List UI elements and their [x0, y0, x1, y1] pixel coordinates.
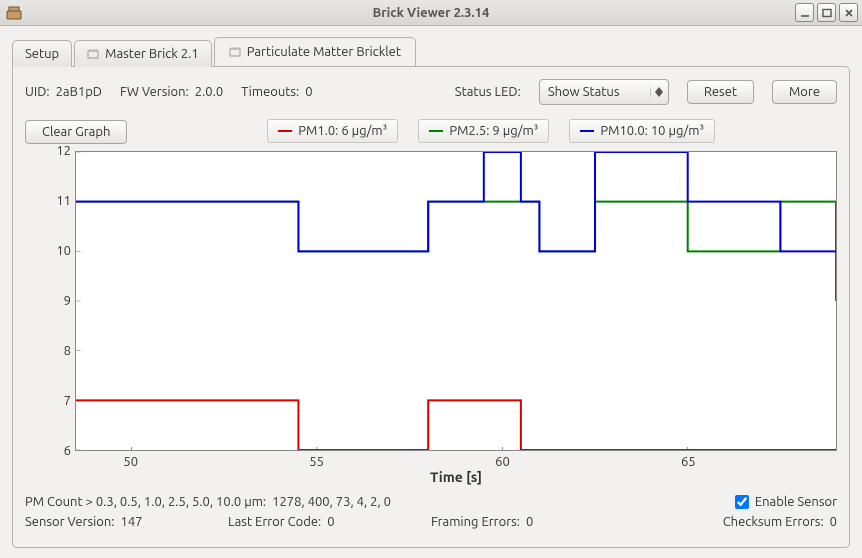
framing-errors-label: Framing Errors:	[431, 515, 520, 529]
app-icon	[6, 5, 22, 21]
last-error-label: Last Error Code:	[228, 515, 321, 529]
clear-graph-button[interactable]: Clear Graph	[25, 120, 127, 144]
tab-setup[interactable]: Setup	[12, 40, 72, 67]
legend-swatch-pm1	[278, 130, 292, 132]
uid-label: UID:	[25, 85, 50, 99]
reset-button[interactable]: Reset	[687, 80, 754, 104]
tab-label: Particulate Matter Bricklet	[247, 45, 401, 59]
window-minimize-button[interactable]	[795, 3, 814, 22]
fw-label: FW Version:	[120, 85, 189, 99]
legend-pm1[interactable]: PM1.0: 6 µg/m³	[267, 119, 398, 143]
uid-value: 2aB1pD	[56, 85, 102, 99]
tab-label: Master Brick 2.1	[105, 47, 199, 61]
chart-plot	[75, 151, 837, 451]
checksum-errors-value: 0	[830, 515, 837, 529]
legend-pm10[interactable]: PM10.0: 10 µg/m³	[569, 119, 715, 143]
xtick: 50	[123, 455, 138, 469]
enable-sensor-checkbox[interactable]: Enable Sensor	[735, 495, 837, 509]
window-close-button[interactable]	[839, 3, 858, 22]
brick-icon	[87, 48, 99, 60]
pmcount-value: 1278, 400, 73, 4, 2, 0	[272, 495, 391, 509]
tab-label: Setup	[25, 47, 59, 61]
xtick: 60	[495, 455, 510, 469]
chart-xaxis: 50 55 60 65	[75, 451, 837, 467]
tab-master-brick[interactable]: Master Brick 2.1	[74, 40, 212, 67]
pmcount-label: PM Count > 0.3, 0.5, 1.0, 2.5, 5.0, 10.0…	[25, 495, 266, 509]
tab-particulate-matter[interactable]: Particulate Matter Bricklet	[214, 37, 416, 66]
legend-pm25[interactable]: PM2.5: 9 µg/m³	[418, 119, 549, 143]
window-titlebar: Brick Viewer 2.3.14	[0, 0, 862, 26]
chart-xlabel: Time [s]	[75, 469, 837, 485]
enable-sensor-label: Enable Sensor	[755, 495, 837, 509]
legend-swatch-pm25	[429, 130, 443, 132]
timeouts-label: Timeouts:	[241, 85, 299, 99]
legend-label-pm10: PM10.0: 10 µg/m³	[600, 124, 704, 138]
legend-swatch-pm10	[580, 130, 594, 132]
status-led-label: Status LED:	[455, 85, 521, 99]
select-arrows-icon	[650, 87, 668, 97]
tab-panel: UID: 2aB1pD FW Version: 2.0.0 Timeouts: 0 S…	[12, 66, 850, 548]
status-led-select[interactable]: Show Status	[539, 79, 669, 105]
xtick: 55	[309, 455, 324, 469]
info-row: UID: 2aB1pD FW Version: 2.0.0 Timeouts: 0 S…	[25, 79, 837, 105]
legend-label-pm1: PM1.0: 6 µg/m³	[298, 124, 387, 138]
framing-errors-value: 0	[526, 515, 533, 529]
status-led-value: Show Status	[540, 85, 650, 99]
sensor-version-label: Sensor Version:	[25, 515, 114, 529]
last-error-value: 0	[327, 515, 334, 529]
timeouts-value: 0	[305, 85, 312, 99]
xtick: 65	[681, 455, 696, 469]
chart-area: PM Concentration [µg/m³] 1211109876	[25, 151, 837, 451]
window-title: Brick Viewer 2.3.14	[373, 6, 490, 20]
more-button[interactable]: More	[772, 80, 837, 104]
fw-value: 2.0.0	[195, 85, 223, 99]
bricklet-icon	[229, 46, 241, 58]
chart-legend: PM1.0: 6 µg/m³ PM2.5: 9 µg/m³ PM10.0: 10…	[267, 119, 715, 143]
sensor-version-value: 147	[120, 515, 142, 529]
tab-bar: Setup Master Brick 2.1 Particulate Matte…	[12, 36, 850, 66]
window-maximize-button[interactable]	[817, 3, 836, 22]
checksum-errors-label: Checksum Errors:	[723, 515, 824, 529]
legend-label-pm25: PM2.5: 9 µg/m³	[449, 124, 538, 138]
chart-yaxis: 1211109876	[47, 151, 75, 451]
